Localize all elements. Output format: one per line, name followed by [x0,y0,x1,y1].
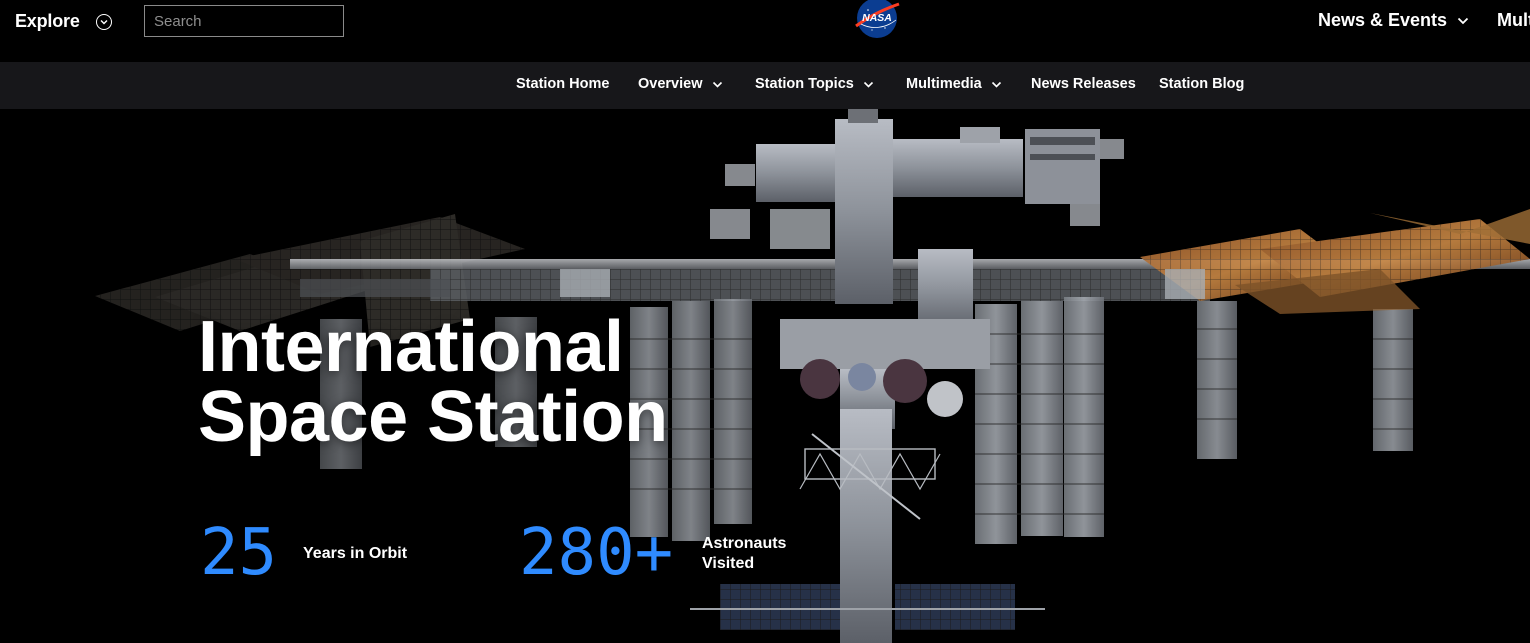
search-input[interactable] [144,5,344,37]
subnav-item-multimedia[interactable]: Multimedia [906,76,1002,92]
stat-years-label: Years in Orbit [303,545,408,562]
multimedia-menu[interactable]: Mult [1497,10,1530,31]
subnav-item-station-home[interactable]: Station Home [516,76,609,92]
explore-label: Explore [15,11,80,31]
stat-astronauts-label-line1: Astronauts [702,535,787,552]
stat-years-number: 25 [200,516,278,590]
multimedia-label: Mult [1497,10,1530,30]
subnav-item-overview[interactable]: Overview [638,76,723,92]
stat-astronauts-number: 280+ [519,516,674,590]
nasa-logo[interactable]: NASA [852,0,902,40]
title-line-2: Space Station [198,377,668,457]
subnav-item-station-topics[interactable]: Station Topics [755,76,874,92]
subnav-item-label: News Releases [1031,76,1136,92]
subnav-item-news-releases[interactable]: News Releases [1031,76,1136,92]
subnav-item-label: Station Topics [755,76,854,92]
subnav-item-label: Station Blog [1159,76,1245,92]
stat-astronauts-label: Astronauts Visited [702,534,786,574]
nasa-logo-text: NASA [862,12,892,24]
subnav-item-station-blog[interactable]: Station Blog [1159,76,1244,92]
hero-section: International Space Station 25 Years in … [0,109,1530,643]
page-title: International Space Station [198,307,898,457]
global-header: Explore NASA News & Events Mult [0,0,1530,62]
station-subnav: Station Home Overview Station Topics Mul… [0,62,1530,109]
title-line-1: International [198,307,624,387]
chevron-down-icon [1457,17,1469,24]
explore-menu-button[interactable]: Explore [15,11,112,32]
subnav-item-label: Overview [638,76,703,92]
stat-astronauts-label-line2: Visited [702,555,755,572]
page: Explore NASA News & Events Mult Station … [0,0,1530,643]
news-events-label: News & Events [1318,10,1448,30]
chevron-down-icon [712,81,722,88]
subnav-item-label: Multimedia [906,76,982,92]
subnav-item-label: Station Home [516,76,610,92]
chevron-down-icon [863,81,873,88]
news-events-menu[interactable]: News & Events [1318,10,1469,31]
chevron-down-icon [991,81,1001,88]
chevron-circle-icon [95,13,112,30]
